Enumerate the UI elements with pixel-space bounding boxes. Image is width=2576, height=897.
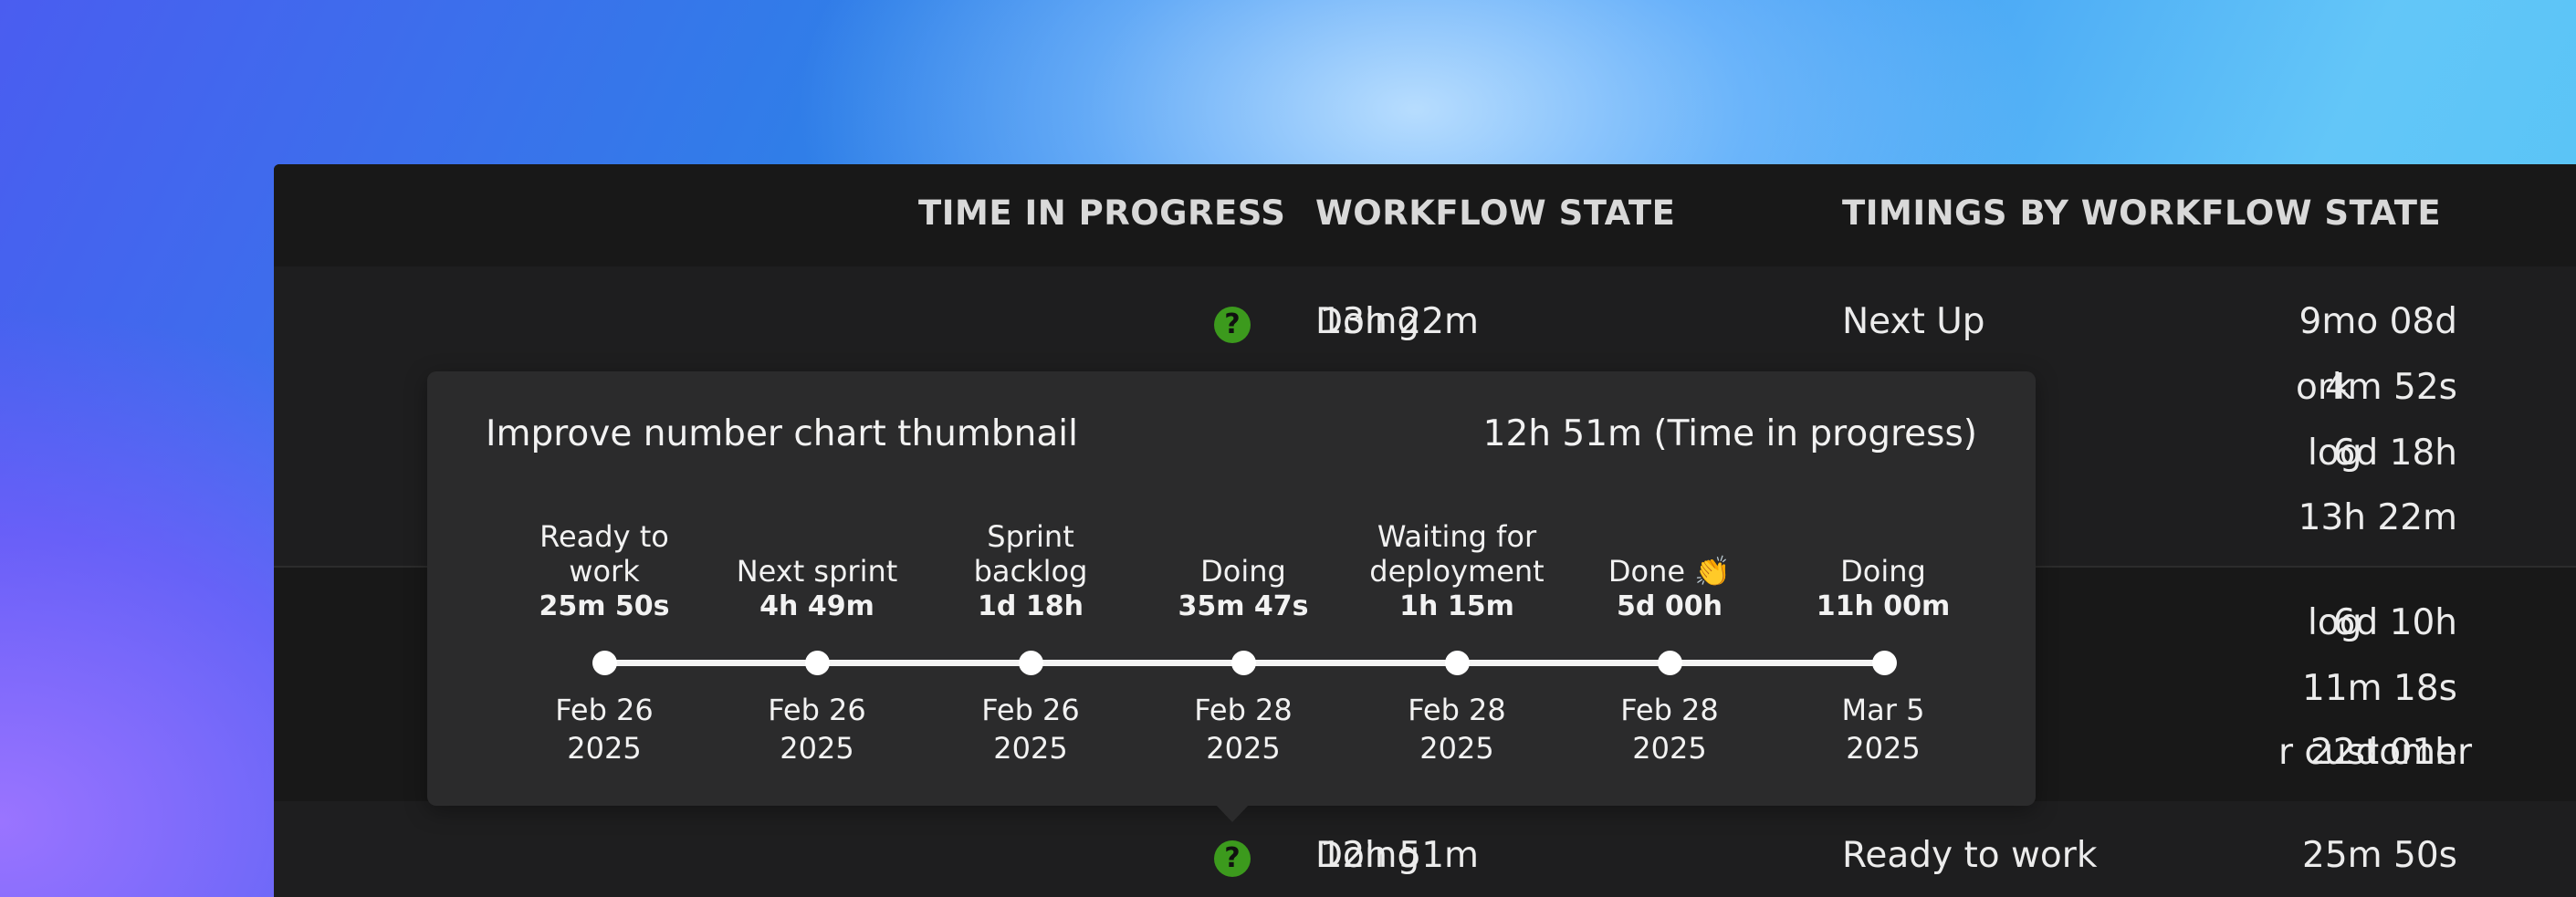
stage-name-line-2: deployment [1369, 554, 1545, 589]
stage-name-line-2: Doing [1840, 554, 1926, 589]
stage-duration: 1d 18h [978, 590, 1084, 622]
row-1-timing-label-1: Next Up [1842, 301, 1985, 342]
row-1-timing-value-3: 6d 18h [2332, 433, 2457, 474]
date-day: Feb 28 [1620, 693, 1719, 727]
date-year: 2025 [993, 731, 1068, 766]
stage-name-line-1: Sprint [987, 519, 1074, 554]
date-year: 2025 [1632, 731, 1707, 766]
timeline-dot [1019, 651, 1043, 675]
stage-next-sprint: Next sprint 4h 49m [707, 554, 927, 622]
row-1-state: Doing [1315, 301, 1420, 342]
date-year: 2025 [567, 731, 642, 766]
date-year: 2025 [1846, 731, 1921, 766]
stage-duration: 35m 47s [1178, 590, 1309, 622]
stage-duration: 5d 00h [1617, 590, 1723, 622]
stage-duration: 11h 00m [1816, 590, 1951, 622]
stage-name-line-1: Ready to [539, 519, 669, 554]
stage-name-line-1: Waiting for [1377, 519, 1537, 554]
date-year: 2025 [780, 731, 854, 766]
time-in-progress-tooltip: Improve number chart thumbnail 12h 51m (… [427, 371, 2036, 806]
row-2-timing-value-1: 6d 10h [2332, 602, 2457, 643]
timeline-dot [805, 651, 830, 675]
header-workflow-state[interactable]: WORKFLOW STATE [1315, 193, 1675, 233]
timeline-dot [1445, 651, 1470, 675]
stage-date: Feb 28 2025 [1134, 691, 1353, 767]
stage-doing: Doing 35m 47s [1134, 554, 1353, 622]
header-timings[interactable]: TIMINGS BY WORKFLOW STATE [1842, 193, 2441, 233]
stage-name-line-2: Done 👏 [1607, 554, 1732, 589]
date-day: Feb 26 [555, 693, 654, 727]
stage-date: Feb 28 2025 [1560, 691, 1779, 767]
timeline-dot [1872, 651, 1897, 675]
date-day: Mar 5 [1841, 693, 1925, 727]
timeline-line [592, 651, 1897, 675]
tooltip-caret [1215, 804, 1250, 822]
date-day: Feb 28 [1408, 693, 1506, 727]
row-1-timing-value-4: 13h 22m [2298, 497, 2457, 538]
tooltip-title: Improve number chart thumbnail [486, 413, 1078, 454]
date-day: Feb 28 [1194, 693, 1293, 727]
stage-ready-to-work: Ready to work 25m 50s [495, 519, 714, 622]
row-3-timing-value-1: 25m 50s [2302, 835, 2457, 876]
timeline-dot [592, 651, 617, 675]
stage-name-line-2: Doing [1200, 554, 1286, 589]
stage-name-line-2: Next sprint [736, 554, 898, 589]
timeline-dot [1658, 651, 1682, 675]
row-1-timing-value-1: 9mo 08d [2299, 301, 2457, 342]
stage-duration: 1h 15m [1399, 590, 1514, 622]
date-year: 2025 [1206, 731, 1281, 766]
stage-date: Feb 28 2025 [1347, 691, 1566, 767]
stage-name-line-2: backlog [973, 554, 1088, 589]
row-3-state: Doing [1315, 835, 1420, 876]
header-time-in-progress[interactable]: TIME IN PROGRESS [918, 193, 1285, 233]
row-2-timing-value-2: 11m 18s [2302, 668, 2457, 709]
stage-duration: 25m 50s [539, 590, 670, 622]
stage-doing-final: Doing 11h 00m [1774, 554, 1993, 622]
stage-date: Mar 5 2025 [1774, 691, 1993, 767]
stage-duration: 4h 49m [759, 590, 874, 622]
tooltip-total: 12h 51m (Time in progress) [1482, 413, 1977, 454]
stage-sprint-backlog: Sprint backlog 1d 18h [921, 519, 1140, 622]
timeline-dot [1231, 651, 1256, 675]
date-year: 2025 [1419, 731, 1494, 766]
row-1-timing-value-2: 4m 52s [2324, 367, 2457, 408]
stage-date: Feb 26 2025 [921, 691, 1140, 767]
date-day: Feb 26 [768, 693, 866, 727]
stage-done: Done 👏 5d 00h [1560, 554, 1779, 622]
row-3-timing-label-1: Ready to work [1842, 835, 2098, 876]
stage-waiting-for-deployment: Waiting for deployment 1h 15m [1347, 519, 1566, 622]
stage-date: Feb 26 2025 [707, 691, 927, 767]
stage-name-line-2: work [569, 554, 640, 589]
date-day: Feb 26 [981, 693, 1080, 727]
help-icon[interactable]: ? [1214, 840, 1251, 877]
row-2-timing-value-3: 22d 01h [2309, 732, 2457, 773]
stage-date: Feb 26 2025 [495, 691, 714, 767]
help-icon[interactable]: ? [1214, 307, 1251, 343]
table-header: TIME IN PROGRESS WORKFLOW STATE TIMINGS … [274, 164, 2576, 266]
